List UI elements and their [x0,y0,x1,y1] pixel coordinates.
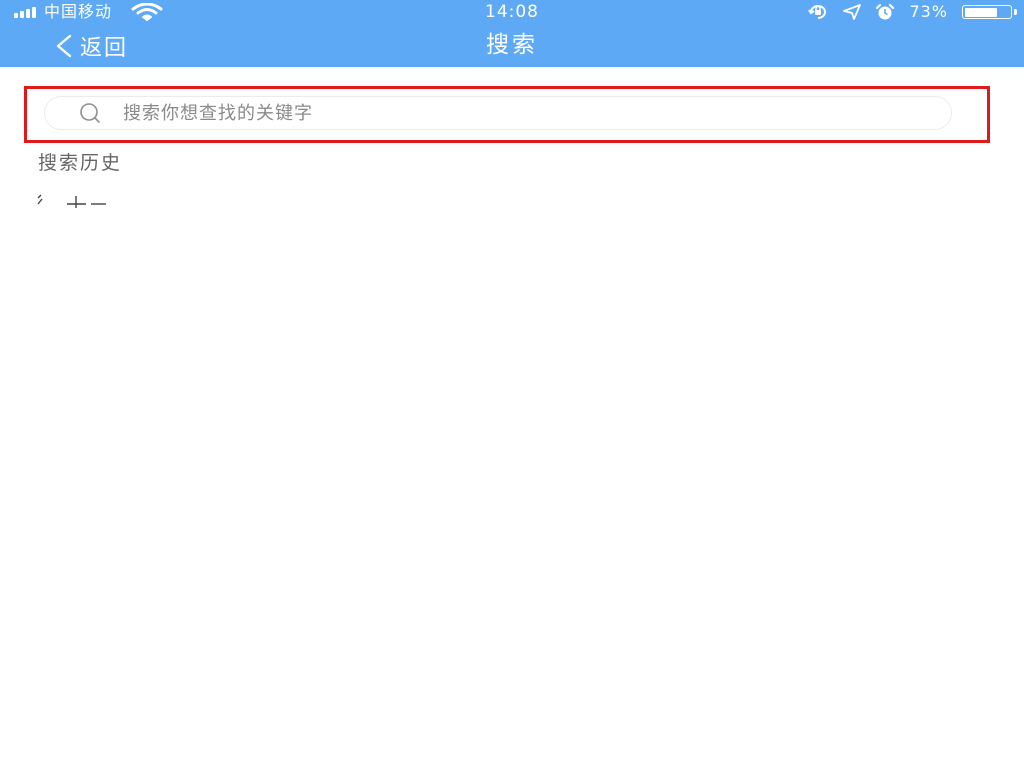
page-title: 搜索 [486,32,538,58]
back-label: 返回 [80,35,129,61]
battery-percent: 73% [909,2,948,21]
status-bar: 中国移动 14:08 73% [0,0,1024,24]
back-button[interactable]: 返回 [54,24,128,67]
battery-fill [964,7,998,17]
nav-bar: 返回 搜索 [0,24,1024,67]
chevron-left-icon [56,34,72,57]
search-icon [80,103,100,123]
app-header: 中国移动 14:08 73% 返回 搜索 [0,0,1024,67]
status-right: 73% [807,0,1017,24]
alarm-icon [876,3,895,20]
search-input[interactable] [121,97,885,129]
search-screen: 中国移动 14:08 73% 返回 搜索 搜索你想查找的关键字 搜索历史 [0,0,1024,768]
history-item-fragment[interactable] [36,192,108,208]
rotation-lock-icon [808,5,827,19]
battery-icon [962,5,1017,19]
location-icon [843,4,862,20]
search-field[interactable] [44,96,952,130]
search-history-title: 搜索历史 [38,152,123,174]
